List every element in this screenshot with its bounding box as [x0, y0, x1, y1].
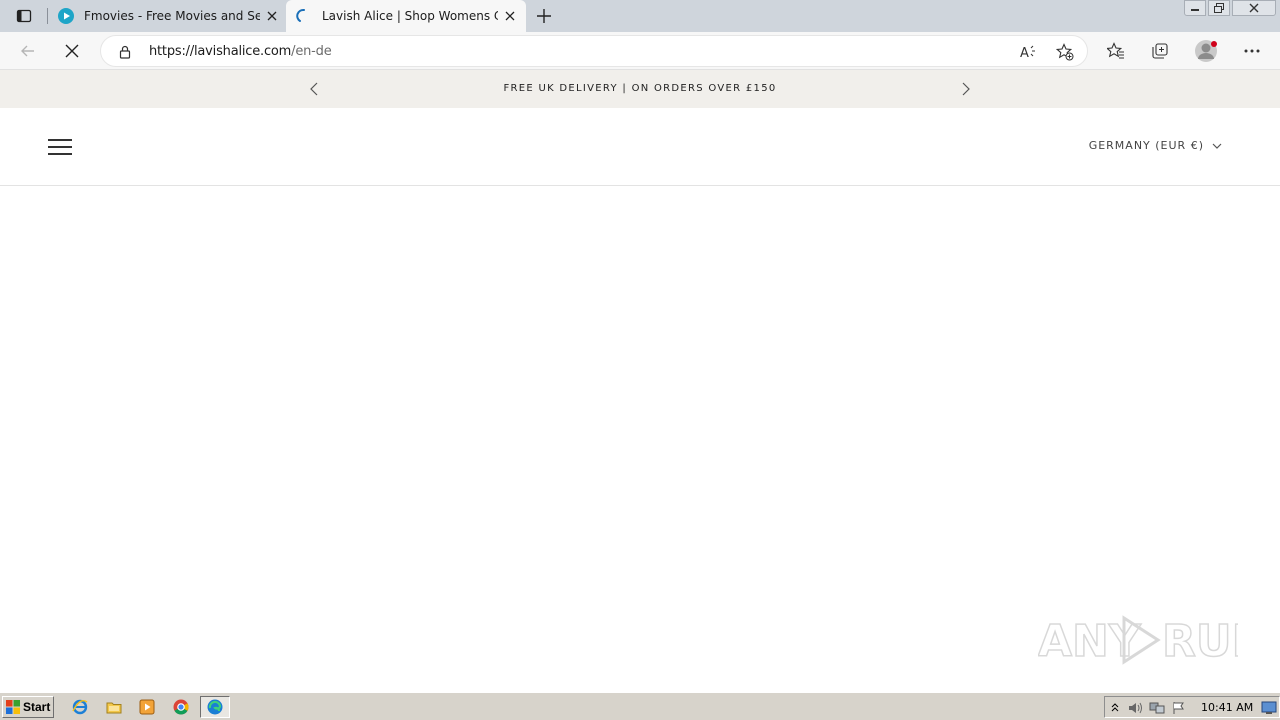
action-center-flag-icon[interactable]	[1171, 700, 1187, 716]
system-tray: 10:41 AM	[1104, 696, 1280, 718]
show-hidden-icons-icon[interactable]	[1107, 700, 1123, 716]
favorites-icon[interactable]	[1102, 37, 1130, 65]
new-tab-icon[interactable]	[533, 5, 555, 27]
tab-title: Lavish Alice | Shop Womens Clot	[322, 9, 498, 23]
file-explorer-icon[interactable]	[104, 697, 124, 717]
edge-taskbar-button[interactable]	[200, 696, 230, 718]
media-player-icon[interactable]	[137, 697, 157, 717]
country-selector-label: GERMANY (EUR €)	[1088, 139, 1204, 152]
svg-text:RUN: RUN	[1162, 616, 1238, 667]
site-header: GERMANY (EUR €)	[0, 108, 1280, 186]
announcement-next-icon[interactable]	[958, 81, 974, 97]
collections-icon[interactable]	[1146, 37, 1174, 65]
read-aloud-icon[interactable]: A	[1019, 42, 1039, 62]
internet-explorer-icon[interactable]	[70, 697, 90, 717]
minimize-window-icon[interactable]	[1184, 0, 1206, 16]
network-icon[interactable]	[1149, 700, 1165, 716]
announcement-text[interactable]: FREE UK DELIVERY | ON ORDERS OVER £150	[0, 83, 1280, 94]
restore-window-icon[interactable]	[1208, 0, 1230, 16]
browser-toolbar: https://lavishalice.com/en-de A	[0, 32, 1280, 70]
tab-actions-icon[interactable]	[8, 4, 40, 28]
anyrun-watermark-logo: ANY RUN	[1037, 608, 1269, 672]
chevron-down-icon	[1212, 140, 1224, 152]
tab-lavish-alice[interactable]: Lavish Alice | Shop Womens Clot	[286, 0, 526, 32]
close-tab-icon[interactable]	[500, 6, 520, 26]
chrome-icon[interactable]	[171, 697, 191, 717]
menu-hamburger-icon[interactable]	[46, 136, 74, 158]
close-tab-icon[interactable]	[262, 6, 282, 26]
country-selector[interactable]: GERMANY (EUR €)	[1089, 139, 1224, 152]
browser-tab-strip: Fmovies - Free Movies and Series Lavish …	[0, 0, 1280, 32]
url-path: /en-de	[291, 44, 332, 59]
address-bar[interactable]: https://lavishalice.com/en-de A	[100, 35, 1088, 67]
tab-title: Fmovies - Free Movies and Series	[84, 9, 260, 23]
close-window-icon[interactable]	[1232, 0, 1276, 16]
fmovies-favicon-icon	[58, 8, 74, 24]
lock-icon[interactable]	[117, 44, 133, 60]
add-favorite-icon[interactable]	[1055, 42, 1075, 62]
show-desktop-icon[interactable]	[1261, 700, 1277, 716]
back-button[interactable]	[14, 37, 42, 65]
url-text[interactable]: https://lavishalice.com/en-de	[149, 44, 332, 59]
profile-avatar[interactable]	[1192, 37, 1220, 65]
taskbar-clock[interactable]: 10:41 AM	[1201, 701, 1253, 714]
loading-spinner-icon	[296, 8, 312, 24]
windows-taskbar: Start 10:41 AM	[0, 692, 1280, 720]
announcement-bar: FREE UK DELIVERY | ON ORDERS OVER £150	[0, 70, 1280, 108]
volume-icon[interactable]	[1127, 700, 1143, 716]
tab-fmovies[interactable]: Fmovies - Free Movies and Series	[48, 0, 286, 32]
stop-loading-button[interactable]	[58, 37, 86, 65]
url-host: https://lavishalice.com	[149, 44, 292, 59]
windows-logo-icon	[6, 700, 20, 714]
start-button[interactable]: Start	[2, 696, 54, 718]
start-label: Start	[23, 700, 51, 714]
svg-text:A: A	[1020, 46, 1029, 60]
more-options-icon[interactable]	[1238, 37, 1266, 65]
